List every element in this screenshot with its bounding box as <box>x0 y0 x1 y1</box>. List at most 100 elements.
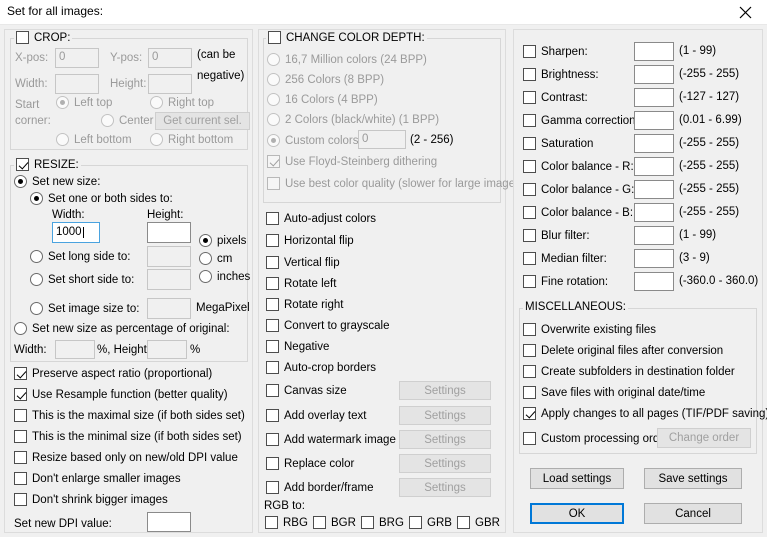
border-frame-settings-button[interactable]: Settings <box>399 478 491 497</box>
median-filter-checkbox[interactable] <box>523 252 536 265</box>
add-overlay-text-checkbox[interactable] <box>266 409 279 422</box>
watermark-settings-button[interactable]: Settings <box>399 430 491 449</box>
load-settings-button[interactable]: Load settings <box>530 468 624 489</box>
cancel-button[interactable]: Cancel <box>644 503 742 524</box>
brightness-input[interactable] <box>634 65 674 84</box>
misc-original-datetime[interactable]: Save files with original date/time <box>523 386 705 399</box>
brightness-checkbox[interactable] <box>523 68 536 81</box>
rgb-option-grb[interactable]: GRB <box>409 516 452 529</box>
transform-auto-crop[interactable]: Auto-crop borders <box>266 361 376 374</box>
resize-set-short-side-radio[interactable] <box>30 273 43 286</box>
custom-processing-order-checkbox[interactable] <box>523 432 536 445</box>
crop-height-input[interactable] <box>148 74 192 94</box>
overlay-text-settings-button[interactable]: Settings <box>399 406 491 425</box>
resize-set-short-side[interactable]: Set short side to: <box>30 273 134 286</box>
sharpen-input[interactable] <box>634 42 674 61</box>
replace-color-checkbox[interactable] <box>266 457 279 470</box>
resize-set-new-size-radio[interactable] <box>14 175 27 188</box>
negative-checkbox[interactable] <box>266 340 279 353</box>
fine-rotation-input[interactable] <box>634 272 674 291</box>
auto-crop-borders-checkbox[interactable] <box>266 361 279 374</box>
floyd-steinberg-row[interactable]: Use Floyd-Steinberg dithering <box>267 155 437 168</box>
resize-set-new-size[interactable]: Set new size: <box>14 175 100 188</box>
crop-xpos-input[interactable]: 0 <box>55 48 99 68</box>
color-balance-r-checkbox[interactable] <box>523 160 536 173</box>
crop-ypos-input[interactable]: 0 <box>148 48 192 68</box>
rgb-rbg-checkbox[interactable] <box>265 516 278 529</box>
crop-corner-left-top[interactable]: Left top <box>56 96 112 109</box>
crop-corner-center[interactable]: Center <box>101 114 154 127</box>
rgb-bgr-checkbox[interactable] <box>313 516 326 529</box>
unit-pixels[interactable]: pixels <box>199 234 246 247</box>
change-color-depth-checkbox[interactable] <box>268 31 281 44</box>
resize-option-preserve-aspect[interactable]: Preserve aspect ratio (proportional) <box>14 367 212 380</box>
resize-set-image-size-radio[interactable] <box>30 302 43 315</box>
crop-corner-center-radio[interactable] <box>101 114 114 127</box>
resize-option-dpi-based[interactable]: Resize based only on new/old DPI value <box>14 451 238 464</box>
misc-delete-original[interactable]: Delete original files after conversion <box>523 344 723 357</box>
percent-height-input[interactable] <box>147 340 187 359</box>
floyd-steinberg-dithering-checkbox[interactable] <box>267 155 280 168</box>
saturation-input[interactable] <box>634 134 674 153</box>
preserve-aspect-ratio-checkbox[interactable] <box>14 367 27 380</box>
transform-negative[interactable]: Negative <box>266 340 329 353</box>
rgb-grb-checkbox[interactable] <box>409 516 422 529</box>
resize-option-no-enlarge[interactable]: Don't enlarge smaller images <box>14 472 181 485</box>
resize-short-side-input[interactable] <box>147 269 191 290</box>
unit-cm-radio[interactable] <box>199 252 212 265</box>
best-color-quality-checkbox[interactable] <box>267 177 280 190</box>
save-original-datetime-checkbox[interactable] <box>523 386 536 399</box>
unit-pixels-radio[interactable] <box>199 234 212 247</box>
color-depth-4bpp-radio[interactable] <box>267 93 280 106</box>
sharpen-checkbox[interactable] <box>523 45 536 58</box>
use-resample-checkbox[interactable] <box>14 388 27 401</box>
contrast-input[interactable] <box>634 88 674 107</box>
resize-option-resample[interactable]: Use Resample function (better quality) <box>14 388 228 401</box>
adjustment-brightness[interactable]: Brightness: <box>523 68 599 81</box>
color-depth-1bpp[interactable]: 2 Colors (black/white) (1 BPP) <box>267 113 439 126</box>
rotate-left-checkbox[interactable] <box>266 277 279 290</box>
minimal-size-checkbox[interactable] <box>14 430 27 443</box>
blur-filter-input[interactable] <box>634 226 674 245</box>
misc-custom-order[interactable]: Custom processing order <box>523 432 669 445</box>
transform-replace-color[interactable]: Replace color <box>266 457 354 470</box>
resize-long-side-input[interactable] <box>147 246 191 267</box>
dont-shrink-checkbox[interactable] <box>14 493 27 506</box>
close-icon[interactable] <box>723 0 767 25</box>
vertical-flip-checkbox[interactable] <box>266 256 279 269</box>
ok-button[interactable]: OK <box>530 503 624 524</box>
adjustment-gamma[interactable]: Gamma correction: <box>523 114 639 127</box>
color-depth-8bpp-radio[interactable] <box>267 73 280 86</box>
color-depth-24bpp-radio[interactable] <box>267 53 280 66</box>
transform-horizontal-flip[interactable]: Horizontal flip <box>266 234 354 247</box>
change-order-button[interactable]: Change order <box>657 428 751 448</box>
get-current-sel-button[interactable]: Get current sel. <box>155 112 250 130</box>
misc-overwrite[interactable]: Overwrite existing files <box>523 323 656 336</box>
color-balance-g-checkbox[interactable] <box>523 183 536 196</box>
crop-corner-right-top-radio[interactable] <box>150 96 163 109</box>
crop-corner-right-bottom-radio[interactable] <box>150 133 163 146</box>
canvas-size-settings-button[interactable]: Settings <box>399 381 491 400</box>
saturation-checkbox[interactable] <box>523 137 536 150</box>
resize-option-no-shrink[interactable]: Don't shrink bigger images <box>14 493 168 506</box>
resize-set-percentage-radio[interactable] <box>14 322 27 335</box>
fine-rotation-checkbox[interactable] <box>523 275 536 288</box>
transform-rotate-left[interactable]: Rotate left <box>266 277 336 290</box>
resize-option-minimal-size[interactable]: This is the minimal size (if both sides … <box>14 430 242 443</box>
delete-original-files-checkbox[interactable] <box>523 344 536 357</box>
rgb-gbr-checkbox[interactable] <box>457 516 470 529</box>
color-balance-g-input[interactable] <box>634 180 674 199</box>
adjustment-saturation[interactable]: Saturation <box>523 137 593 150</box>
adjustment-contrast[interactable]: Contrast: <box>523 91 588 104</box>
adjustment-color-balance-b[interactable]: Color balance - B: <box>523 206 633 219</box>
maximal-size-checkbox[interactable] <box>14 409 27 422</box>
rgb-option-rbg[interactable]: RBG <box>265 516 308 529</box>
rgb-brg-checkbox[interactable] <box>361 516 374 529</box>
resize-set-one-or-both-radio[interactable] <box>30 192 43 205</box>
resize-set-long-side[interactable]: Set long side to: <box>30 250 130 263</box>
resize-width-input[interactable]: 1000 <box>52 222 100 243</box>
crop-corner-right-top[interactable]: Right top <box>150 96 214 109</box>
add-border-frame-checkbox[interactable] <box>266 481 279 494</box>
resize-set-one-or-both[interactable]: Set one or both sides to: <box>30 192 173 205</box>
unit-inches-radio[interactable] <box>199 270 212 283</box>
